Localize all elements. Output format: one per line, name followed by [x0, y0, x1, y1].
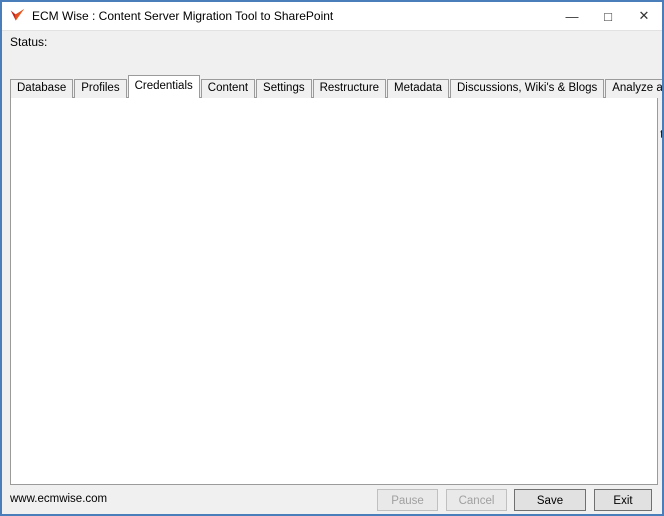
status-label: Status: [10, 35, 47, 49]
maximize-button[interactable]: □ [590, 2, 626, 30]
pause-button: Pause [377, 489, 438, 511]
tab-database[interactable]: Database [10, 79, 73, 98]
close-button[interactable]: ✕ [626, 2, 662, 30]
cancel-button: Cancel [446, 489, 507, 511]
save-settings-button[interactable]: Save Settings [514, 489, 586, 511]
tab-credentials[interactable]: Credentials [128, 75, 200, 98]
credentials-tab-panel [10, 97, 658, 485]
tab-discussions-wikis-blogs[interactable]: Discussions, Wiki's & Blogs [450, 79, 604, 98]
app-window: ECM Wise : Content Server Migration Tool… [0, 0, 664, 516]
title-bar: ECM Wise : Content Server Migration Tool… [2, 2, 662, 31]
tab-profiles[interactable]: Profiles [74, 79, 126, 98]
tab-settings[interactable]: Settings [256, 79, 312, 98]
tab-analyze-and-migrate[interactable]: Analyze and Migrate [605, 79, 664, 98]
tab-restructure[interactable]: Restructure [313, 79, 386, 98]
tab-metadata[interactable]: Metadata [387, 79, 449, 98]
window-title: ECM Wise : Content Server Migration Tool… [32, 2, 333, 30]
window-controls: — □ ✕ [554, 2, 662, 30]
minimize-button[interactable]: — [554, 2, 590, 30]
website-link[interactable]: www.ecmwise.com [10, 493, 107, 505]
exit-button[interactable]: Exit [594, 489, 652, 511]
app-logo-icon [9, 7, 26, 24]
tab-strip: Database Profiles Credentials Content Se… [10, 79, 664, 98]
tab-content[interactable]: Content [201, 79, 255, 98]
